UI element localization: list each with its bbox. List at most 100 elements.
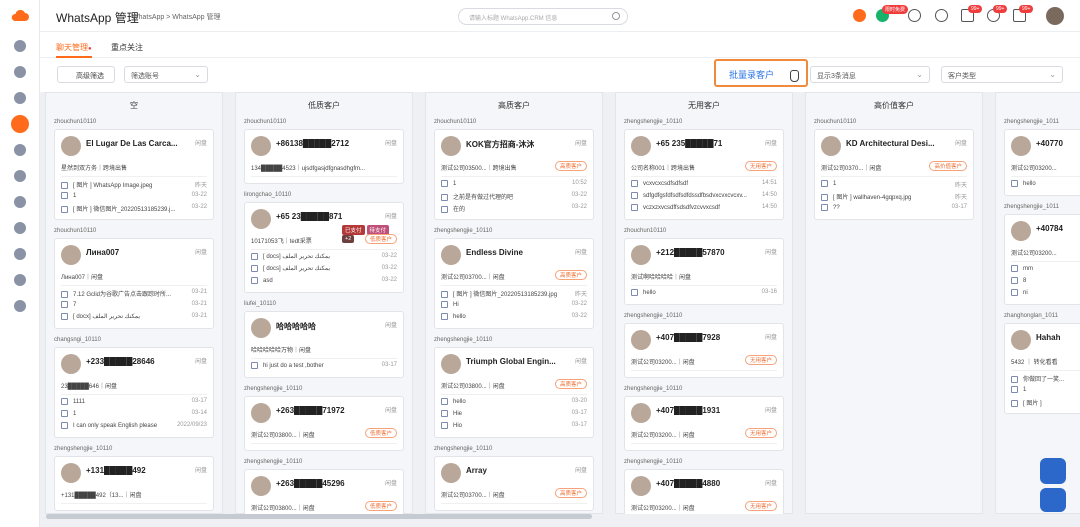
customer-card[interactable]: +40770 测试公司03200... hello <box>1004 129 1080 196</box>
message-row[interactable]: 之前是有做过代理的吧 03-22 <box>441 189 587 201</box>
customer-type-tag[interactable]: 低质客户 <box>364 234 397 244</box>
globe-icon[interactable] <box>14 248 26 260</box>
message-row[interactable]: 1 昨天 <box>821 177 967 189</box>
customer-card[interactable]: +407█████7928 闲盘 测试公司03200...｜闲盘 无用客户 <box>624 323 784 378</box>
customer-type-tag[interactable]: 无用客户 <box>744 501 777 511</box>
customer-card[interactable]: +65 235█████71 闲盘 公司名称001｜跨境出售 无用客户 vcxvcxcs… <box>624 129 784 220</box>
message-row[interactable]: [ 图片 ] 微信图片_20220513185239.jpg 昨天 <box>441 286 587 298</box>
customer-type-tag[interactable]: 低质客户 <box>364 428 397 438</box>
show-messages-select[interactable]: 显示3条消息 ⌄ <box>810 66 930 83</box>
message-row[interactable]: sdfgdfgsfdfsdfsdfdssdfbsdvxcvxcvcxv... 14… <box>631 189 777 201</box>
message-row[interactable]: 1 03-22 <box>61 189 207 201</box>
customer-card[interactable]: 哈哈哈哈哈 闲盘 哈哈哈哈哈万物｜闲盘 hi just do a test ,both… <box>244 311 404 378</box>
message-row[interactable]: hi just do a test ,bother 03-17 <box>251 359 397 371</box>
message-row[interactable]: [ 图片 ] <box>1011 395 1080 407</box>
message-row[interactable]: mm <box>1011 262 1080 274</box>
customer-card[interactable]: +263█████71972 闲盘 测试公司03800...｜闲盘 低质客户 <box>244 396 404 451</box>
customer-type-tag[interactable]: 高质客户 <box>554 488 587 498</box>
sms-icon[interactable] <box>14 144 26 156</box>
facebook-icon[interactable] <box>14 222 26 234</box>
message-row[interactable]: 7.12 Gclid为谷歌广告点击跟踪时所... 03-21 <box>61 286 207 298</box>
tab-chat-management[interactable]: 聊天管理● <box>56 42 92 58</box>
message-row[interactable]: [ docs] يمكنك تحرير الملف 03-22 <box>251 262 397 274</box>
message-row[interactable]: asd 03-22 <box>251 274 397 286</box>
account-select[interactable]: 筛选账号 ⌄ <box>124 66 208 83</box>
chart-icon[interactable] <box>14 66 26 78</box>
customer-card[interactable]: +263█████45296 闲盘 测试公司03800...｜闲盘 低质客户 <box>244 469 404 514</box>
message-time: 03-22 <box>188 204 207 210</box>
customer-card[interactable]: El Lugar De Las Carca... 闲盘 星然到双方务｜跨境出售 [ 图… <box>54 129 214 220</box>
customer-type-tag[interactable]: 无用客户 <box>744 355 777 365</box>
customer-type-tag[interactable]: 高价值客户 <box>929 161 967 171</box>
message-row[interactable]: [ 图片 ] wallhaven-4gqpxq.jpg 昨天 <box>821 189 967 201</box>
customer-card[interactable]: Hahah 5432 ｜ 转化看看 你做回了一笑... 1 [ 图片 ] <box>1004 323 1080 414</box>
customer-type-tag[interactable]: 高质客户 <box>554 379 587 389</box>
customer-card[interactable]: Triumph Global Engin... 闲盘 测试公司03800...｜闲盘… <box>434 347 594 438</box>
whatsapp-icon[interactable] <box>11 115 29 133</box>
facebook-icon[interactable] <box>935 9 948 22</box>
message-row[interactable]: Hie 03-17 <box>441 407 587 419</box>
customer-type-tag[interactable]: 无用客户 <box>744 428 777 438</box>
message-row[interactable]: Hio 03-17 <box>441 419 587 431</box>
message-row[interactable]: 1 10:52 <box>441 177 587 189</box>
message-row[interactable]: 1111 03-17 <box>61 395 207 407</box>
message-row[interactable]: 8 <box>1011 274 1080 286</box>
message-row[interactable]: I can only speak English please 2022/09/2… <box>61 419 207 431</box>
avatar <box>631 403 651 423</box>
customer-card[interactable]: Endless Divine 闲盘 测试公司03700...｜闲盘 高质客户 [ 图片 … <box>434 238 594 329</box>
message-row[interactable]: vczxzxvcsdffsdsdfvzcvvxcsdf 14:50 <box>631 201 777 213</box>
mail-icon[interactable] <box>14 92 26 104</box>
message-row[interactable]: Hi 03-22 <box>441 298 587 310</box>
message-row[interactable]: 1 03-14 <box>61 407 207 419</box>
message-row[interactable]: ?? 03-17 <box>821 201 967 213</box>
list-icon[interactable] <box>14 274 26 286</box>
customer-card[interactable]: Лина007 闲盘 Лина007｜闲盘 7.12 Gclid为谷歌广告点击跟踪时所… <box>54 238 214 329</box>
help-icon[interactable] <box>1040 488 1066 512</box>
message-row[interactable]: ni <box>1011 286 1080 298</box>
customer-card[interactable]: +407█████1931 闲盘 测试公司03200...｜闲盘 无用客户 <box>624 396 784 451</box>
customer-type-tag[interactable]: 无用客户 <box>744 161 777 171</box>
message-row[interactable]: 在的 03-22 <box>441 201 587 213</box>
message-row[interactable]: hello <box>1011 177 1080 189</box>
customer-type-select[interactable]: 客户类型 ⌄ <box>941 66 1063 83</box>
message-row[interactable]: 7 03-21 <box>61 298 207 310</box>
customer-card[interactable]: +212█████57870 闲盘 测试啊哈哈哈哈｜闲盘 hello 03-16 <box>624 238 784 305</box>
customer-type-tag[interactable]: 高质客户 <box>554 161 587 171</box>
customer-name: +131█████492 <box>86 466 146 475</box>
message-row[interactable]: [ docs] يمكنك تحرير الملف 03-22 <box>251 250 397 262</box>
avatar[interactable] <box>1046 7 1064 25</box>
horizontal-scrollbar[interactable] <box>46 514 592 519</box>
customer-type-tag[interactable]: 高质客户 <box>554 270 587 280</box>
customer-card[interactable]: KD Architectural Desi... 闲盘 测试公司0370...｜闲盘… <box>814 129 974 220</box>
customer-card[interactable]: +40784 测试公司03200... mm 8 ni <box>1004 214 1080 305</box>
headset-icon[interactable] <box>908 9 921 22</box>
message-row[interactable]: hello 03-16 <box>631 286 777 298</box>
customer-card[interactable]: +86138█████2712 闲盘 134█████4523｜ujsdfgasjd… <box>244 129 404 184</box>
advanced-filter-button[interactable]: 高级筛选 <box>57 66 115 83</box>
message-row[interactable]: [ 图片 ] 微信图片_20220513185239.j... 03-22 <box>61 201 207 213</box>
customer-card[interactable]: +65 23█████871 闲盘 已支付 待支付+2 10171053飞｜tedt采票… <box>244 202 404 293</box>
customer-card[interactable]: Array 闲盘 测试公司03700...｜闲盘 高质客户 <box>434 456 594 511</box>
subtitle-text: 测试公司03200... <box>1011 251 1057 257</box>
message-row[interactable]: 1 <box>1011 383 1080 395</box>
folder-icon[interactable] <box>14 300 26 312</box>
message-row[interactable]: hello 03-22 <box>441 310 587 322</box>
message-row[interactable]: 你做回了一笑... <box>1011 371 1080 383</box>
message-row[interactable]: hello 03-20 <box>441 395 587 407</box>
customer-card[interactable]: +131█████492 闲盘 +131█████492（13...｜闲盘 <box>54 456 214 511</box>
message-row[interactable]: [ 图片 ] WhatsApp Image.jpeg 昨天 <box>61 177 207 189</box>
message-row[interactable]: vcxvcxcsdfsdfsdf 14:51 <box>631 177 777 189</box>
customer-card[interactable]: +233█████28646 闲盘 23█████646｜闲盘 1111 03-17 1 0… <box>54 347 214 438</box>
document-icon[interactable] <box>14 170 26 182</box>
customer-card[interactable]: KOK官方招商-沐沐 闲盘 测试公司03500...｜跨境出售 高质客户 1 10:52 之… <box>434 129 594 220</box>
kanban-column: 低质客户 zhouchun10110 +86138█████2712 闲盘 134███… <box>235 92 413 514</box>
customer-card[interactable]: +407█████4880 闲盘 测试公司03200...｜闲盘 无用客户 <box>624 469 784 514</box>
add-icon[interactable] <box>853 9 866 22</box>
tab-focus[interactable]: 重点关注 <box>111 42 143 53</box>
compass-icon[interactable] <box>14 40 26 52</box>
message-icon[interactable] <box>14 196 26 208</box>
support-icon[interactable] <box>1040 458 1066 484</box>
message-row[interactable]: [ docx] يمكنك تحرير الملف 03-21 <box>61 310 207 322</box>
search-input[interactable]: 请输入标题 WhatsApp.CRM 信息 <box>458 8 628 25</box>
customer-type-tag[interactable]: 低质客户 <box>364 501 397 511</box>
